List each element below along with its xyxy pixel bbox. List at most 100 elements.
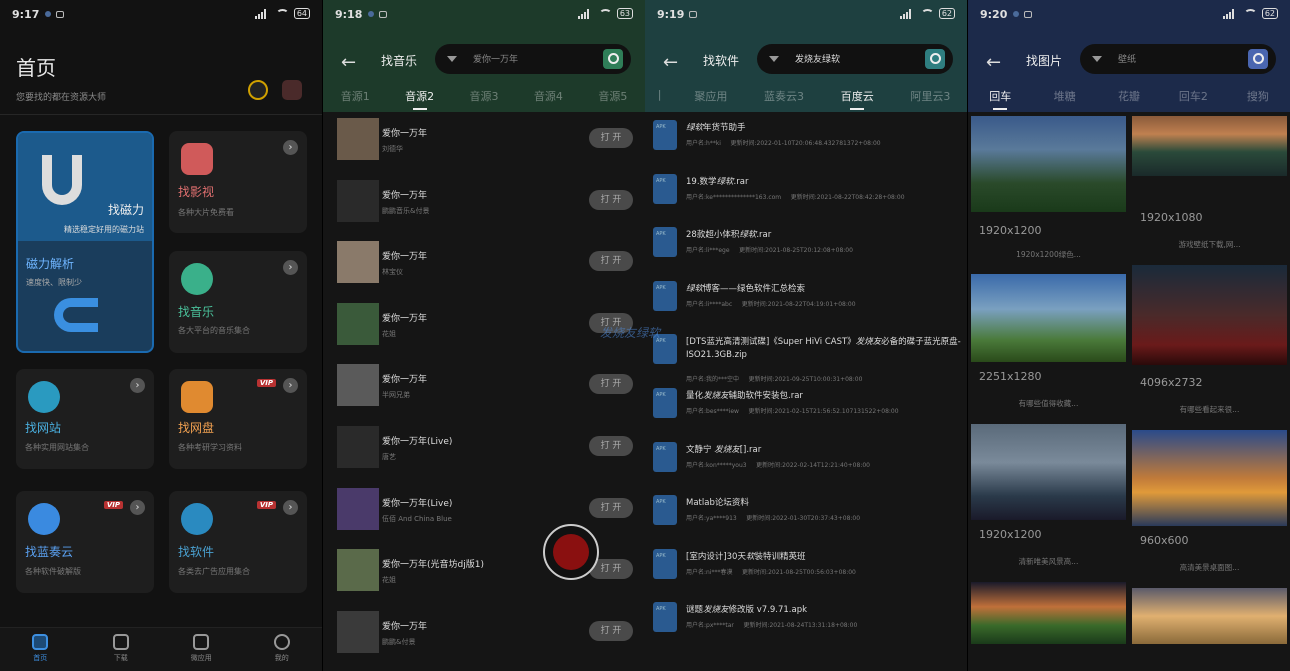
back-arrow-icon[interactable]: ←: [663, 52, 678, 73]
song-row[interactable]: 爱你一万年 花姐打 开: [323, 299, 645, 361]
open-button[interactable]: 打 开: [589, 251, 633, 272]
wallpaper-thumbnail[interactable]: [971, 274, 1126, 362]
card-music[interactable]: › 找音乐 各大平台的音乐集合: [169, 251, 307, 353]
file-row[interactable]: 谜题发烧友修改版 v7.9.71.apk 用户名:px****tar 更新时间:2…: [645, 598, 967, 652]
song-row[interactable]: 爱你一万年 林宝仪 打 开: [323, 237, 645, 299]
back-arrow-icon[interactable]: ←: [341, 52, 356, 73]
card-desc: 各种软件破解版: [25, 567, 81, 576]
tab-juyingyong[interactable]: 聚应用: [674, 88, 747, 104]
chevron-right-icon[interactable]: ›: [130, 500, 145, 515]
wallpaper-thumbnail[interactable]: [1132, 430, 1287, 526]
file-row[interactable]: [DTS蓝光高清测试碟]《Super HiVi CAST》发烧友必备的碟子蓝光原…: [645, 330, 967, 384]
song-row[interactable]: 爱你一万年 刘德华 打 开: [323, 114, 645, 176]
card-magnet[interactable]: 找磁力 精选稳定好用的磁力站 磁力解析 速度快、限制少: [16, 131, 154, 353]
tab-source2[interactable]: 音源2: [387, 88, 451, 110]
open-button[interactable]: 打 开: [589, 497, 633, 518]
tab-huiche2[interactable]: 回车2: [1161, 88, 1225, 104]
qq-icon[interactable]: [248, 80, 268, 100]
file-time: 更新时间:2021-09-25T10:00:31+08:00: [748, 376, 863, 384]
gallery-icon[interactable]: [282, 80, 302, 100]
card-magnet-search[interactable]: 找磁力 精选稳定好用的磁力站: [18, 133, 152, 241]
wallpaper-thumbnail[interactable]: [1132, 588, 1287, 644]
nav-profile[interactable]: 我的: [242, 628, 323, 671]
wallpaper-thumbnail[interactable]: [1132, 265, 1287, 365]
record-icon[interactable]: [543, 524, 599, 580]
chevron-right-icon[interactable]: ›: [130, 378, 145, 393]
nav-mini-apps[interactable]: 微应用: [161, 628, 242, 671]
song-artist: 花姐: [382, 576, 396, 585]
search-box[interactable]: 爱你一万年: [435, 44, 631, 74]
song-row[interactable]: 爱你一万年 半网兄弟 打 开: [323, 360, 645, 422]
search-icon[interactable]: [603, 49, 623, 69]
chevron-right-icon[interactable]: ›: [283, 140, 298, 155]
search-box[interactable]: 发烧友绿软: [757, 44, 953, 74]
search-input[interactable]: 壁纸: [1118, 52, 1136, 65]
open-button[interactable]: 打 开: [589, 189, 633, 210]
dropdown-icon[interactable]: [1092, 56, 1102, 62]
tab-lanzou3[interactable]: 蓝奏云3: [747, 88, 820, 104]
tab-source3[interactable]: 音源3: [452, 88, 516, 104]
card-software[interactable]: VIP › 找软件 各类去广告应用集合: [169, 491, 307, 593]
song-row[interactable]: 爱你一万年 鹏鹏音乐&付景 打 开: [323, 176, 645, 238]
search-icon[interactable]: [925, 49, 945, 69]
file-name: 绿软年货节助手: [686, 122, 962, 135]
tab-aliyun3[interactable]: 阿里云3: [894, 88, 967, 104]
file-row[interactable]: 文静宁 发烧友[].rar 用户名:kon*****you3 更新时间:2022-…: [645, 438, 967, 492]
tab-huiche[interactable]: 回车: [968, 88, 1032, 110]
wallpaper-thumbnail[interactable]: [971, 116, 1126, 212]
tab-source1[interactable]: 音源1: [323, 88, 387, 104]
tab-baiduyun[interactable]: 百度云: [821, 88, 894, 110]
music-screen: 9:18 63 ← 找音乐 爱你一万年 音源1 音源2 音源3 音源4 音源5 …: [323, 0, 645, 671]
card-movie[interactable]: › 找影视 各种大片免费看: [169, 131, 307, 233]
tab-sougou[interactable]: 搜狗: [1226, 88, 1290, 104]
chevron-right-icon[interactable]: ›: [283, 378, 298, 393]
file-row[interactable]: [室内设计]30天软装特训精英班用户名:ni***春漠 更新时间:2021-08…: [645, 545, 967, 599]
file-meta: 用户名:ke**************163.com 更新时间:2021-08…: [686, 192, 905, 201]
card-netdisk[interactable]: VIP › 找网盘 各种考研学习资料: [169, 369, 307, 469]
search-input[interactable]: 发烧友绿软: [795, 52, 840, 65]
chevron-right-icon[interactable]: ›: [283, 260, 298, 275]
song-row[interactable]: 爱你一万年(Live) 伍佰 And China Blue 打 开: [323, 484, 645, 546]
tab-source5[interactable]: 音源5: [581, 88, 645, 104]
open-button[interactable]: 打 开: [589, 620, 633, 641]
file-row[interactable]: 19.数学绿软.rar 用户名:ke**************163.com 更…: [645, 170, 967, 224]
search-box[interactable]: 壁纸: [1080, 44, 1276, 74]
search-icon[interactable]: [1248, 49, 1268, 69]
dropdown-icon[interactable]: [447, 56, 457, 62]
file-name: 文静宁 发烧友[].rar: [686, 444, 962, 457]
dropdown-icon[interactable]: [769, 56, 779, 62]
song-row[interactable]: 爱你一万年(Live) 唐艺 打 开: [323, 422, 645, 484]
file-row[interactable]: 绿软博客——绿色软件汇总检索用户名:li****abc 更新时间:2021-08…: [645, 277, 967, 331]
file-row[interactable]: Matlab论坛资料用户名:ya****913 更新时间:2022-01-30T…: [645, 491, 967, 545]
nav-home[interactable]: 首页: [0, 628, 81, 671]
card-website[interactable]: › 找网站 各种实用网站集合: [16, 369, 154, 469]
file-row[interactable]: 28款超小体积绿软.rar 用户名:li***ege 更新时间:2021-08-2…: [645, 223, 967, 277]
tab-huaban[interactable]: 花瓣: [1097, 88, 1161, 104]
open-button[interactable]: 打 开: [589, 128, 633, 148]
tab-duitang[interactable]: 堆糖: [1032, 88, 1096, 104]
back-arrow-icon[interactable]: ←: [986, 52, 1001, 73]
file-user: 用户名:ke**************163.com: [686, 193, 782, 201]
card-lanzou[interactable]: VIP › 找蓝奏云 各种软件破解版: [16, 491, 154, 593]
song-name: 爱你一万年: [382, 313, 428, 324]
file-row[interactable]: 量化发烧友辅助软件安装包.rar 用户名:bes****iew 更新时间:2021…: [645, 384, 967, 438]
file-name-part: 修改版 v7.9.71.apk: [728, 605, 808, 616]
song-row[interactable]: 爱你一万年 鹏鹏&付景 打 开: [323, 607, 645, 669]
search-input[interactable]: 爱你一万年: [473, 52, 518, 65]
wallpaper-thumbnail[interactable]: [971, 424, 1126, 520]
tab-partial[interactable]: |: [645, 88, 674, 104]
file-time: 更新时间:2021-08-24T13:31:18+08:00: [743, 622, 858, 630]
wallpaper-thumbnail[interactable]: [971, 582, 1126, 644]
nav-label: 微应用: [190, 654, 212, 662]
file-row[interactable]: 绿软年货节助手用户名:h**ki 更新时间:2022-01-10T20:06:4…: [645, 116, 967, 170]
tab-source4[interactable]: 音源4: [516, 88, 580, 104]
nav-download[interactable]: 下载: [81, 628, 162, 671]
wifi-icon: [598, 8, 612, 19]
chevron-right-icon[interactable]: ›: [283, 500, 298, 515]
open-button[interactable]: 打 开: [589, 374, 633, 395]
vip-badge: VIP: [103, 501, 123, 509]
album-cover: [337, 487, 379, 530]
open-button[interactable]: 打 开: [589, 435, 633, 456]
album-cover: [337, 425, 379, 468]
wallpaper-thumbnail[interactable]: [1132, 116, 1287, 176]
